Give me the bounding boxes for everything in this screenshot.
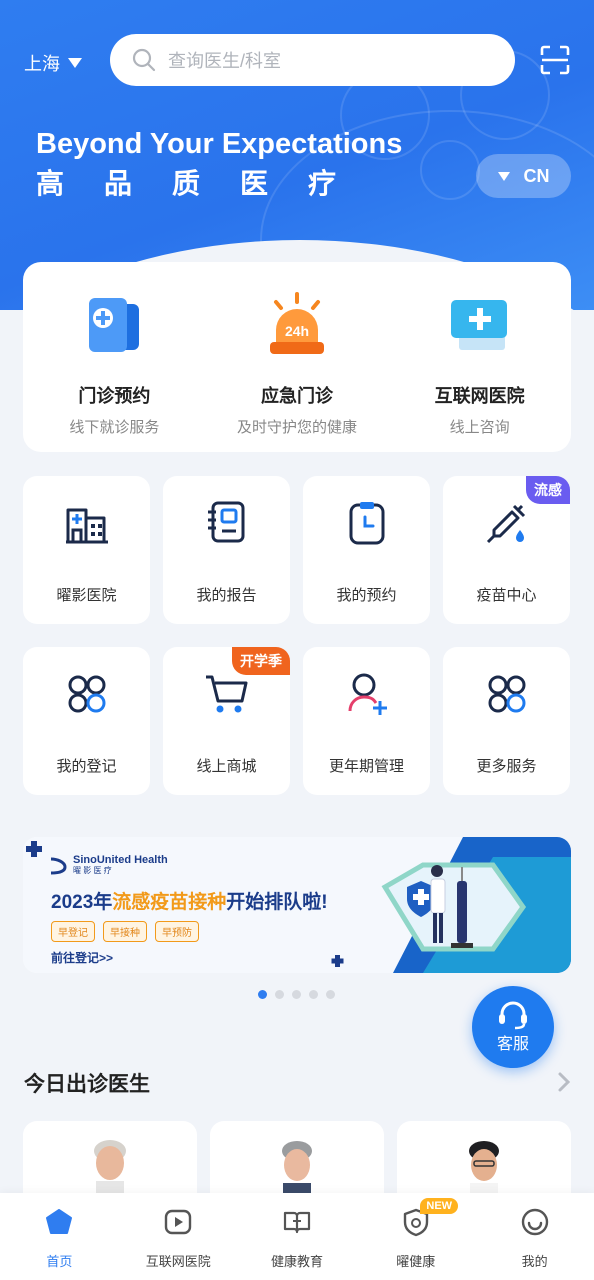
grid-label: 更多服务	[476, 758, 537, 775]
tab-label: 健康教育	[270, 1254, 323, 1269]
banner-pagination	[258, 990, 335, 999]
slogan-chinese: 高品质医疗	[36, 168, 377, 199]
doctor-avatar	[282, 1141, 312, 1195]
back-to-school-tag: 开学季	[232, 647, 290, 675]
grid-label: 我的预约	[336, 587, 397, 604]
online-hospital-button[interactable]: 互联网医院 线上咨询	[388, 262, 571, 452]
report-icon	[207, 501, 244, 543]
tab-online-hospital[interactable]: 互联网医院	[119, 1193, 238, 1280]
language-label: CN	[523, 165, 550, 186]
more-services-button[interactable]: 更多服务	[443, 647, 570, 795]
scan-icon[interactable]	[540, 45, 570, 75]
service-subtitle: 线下就诊服务	[69, 419, 160, 436]
service-title: 互联网医院	[434, 386, 525, 406]
smile-profile-icon	[521, 1208, 548, 1236]
pill-register: 早登记	[51, 921, 95, 942]
search-icon	[132, 48, 156, 72]
tab-label: 曜健康	[396, 1254, 436, 1269]
yaoying-hospital-button[interactable]: 曜影医院	[23, 476, 150, 624]
search-input[interactable]: 查询医生/科室	[110, 34, 515, 86]
online-hospital-icon	[450, 300, 507, 350]
emergency-24h-icon: 24h	[270, 292, 324, 354]
video-play-icon	[164, 1209, 192, 1235]
headset-icon	[499, 1001, 527, 1030]
home-pentagon-icon	[46, 1209, 73, 1234]
sinounited-logo-icon	[50, 857, 67, 875]
banner-pills: 早登记 早接种 早预防	[51, 921, 199, 942]
doctor-avatar	[469, 1141, 499, 1195]
flu-tag: 流感	[526, 476, 570, 504]
page-dot[interactable]	[275, 990, 284, 999]
my-report-button[interactable]: 我的报告	[163, 476, 290, 624]
clinic-appointment-icon	[89, 298, 140, 352]
page-dot[interactable]	[258, 990, 267, 999]
svg-text:24h: 24h	[285, 323, 309, 339]
slogan-english: Beyond Your Expectations	[36, 128, 403, 160]
brand-en: SinoUnited Health	[73, 854, 168, 867]
main-services-card: 门诊预约 线下就诊服务 24h 应急门诊 及时守护您的健康 互联网医院 线上咨询	[23, 262, 571, 452]
vaccine-syringe-icon	[486, 504, 525, 544]
tab-home[interactable]: 首页	[0, 1193, 119, 1280]
customer-service-button[interactable]: 客服	[472, 986, 554, 1068]
vaccine-center-button[interactable]: 疫苗中心 流感	[443, 476, 570, 624]
pill-prevent: 早预防	[155, 921, 199, 942]
grid-label: 我的报告	[196, 587, 257, 604]
headline-highlight: 流感疫苗接种	[112, 892, 227, 913]
grid-label: 线上商城	[196, 758, 257, 775]
emergency-clinic-button[interactable]: 24h 应急门诊 及时守护您的健康	[206, 262, 389, 452]
tab-yao-health[interactable]: NEW 曜健康	[356, 1193, 475, 1280]
tab-label: 互联网医院	[145, 1254, 211, 1269]
book-plus-icon	[283, 1211, 311, 1234]
doctor-avatar	[94, 1140, 126, 1195]
city-label: 上海	[24, 54, 60, 74]
page-dot[interactable]	[326, 990, 335, 999]
service-title: 应急门诊	[261, 386, 333, 406]
hospital-building-icon	[65, 508, 108, 544]
section-title: 今日出诊医生	[24, 1073, 150, 1096]
bottom-tab-bar: 首页 互联网医院 健康教育 NEW 曜健康 我的	[0, 1193, 594, 1280]
menopause-management-button[interactable]: 更年期管理	[303, 647, 430, 795]
shopping-cart-icon	[205, 675, 247, 713]
new-badge: NEW	[420, 1198, 459, 1214]
grid-label: 曜影医院	[56, 587, 117, 604]
flu-vaccine-banner[interactable]: SinoUnited Health 曜 影 医 疗 2023年流感疫苗接种开始排…	[23, 837, 571, 973]
menopause-care-icon	[348, 673, 387, 715]
banner-brand: SinoUnited Health 曜 影 医 疗	[49, 854, 168, 875]
appointment-clipboard-icon	[349, 502, 384, 545]
tab-health-education[interactable]: 健康教育	[238, 1193, 357, 1280]
service-subtitle: 及时守护您的健康	[237, 419, 358, 436]
grid-label: 我的登记	[56, 758, 117, 775]
online-mall-button[interactable]: 线上商城 开学季	[163, 647, 290, 795]
registration-grid-icon	[68, 675, 105, 713]
clinic-appointment-button[interactable]: 门诊预约 线下就诊服务	[23, 262, 206, 452]
page-dot[interactable]	[309, 990, 318, 999]
my-registration-button[interactable]: 我的登记	[23, 647, 150, 795]
page-dot[interactable]	[292, 990, 301, 999]
my-appointment-button[interactable]: 我的预约	[303, 476, 430, 624]
tab-profile[interactable]: 我的	[475, 1193, 594, 1280]
tab-label: 我的	[521, 1254, 548, 1269]
grid-label: 更年期管理	[328, 758, 404, 775]
service-subtitle: 线上咨询	[449, 419, 510, 436]
banner-link[interactable]: 前往登记>>	[51, 949, 113, 966]
search-placeholder: 查询医生/科室	[168, 51, 282, 71]
services-grid-row-2: 我的登记 线上商城 开学季 更年期管理 更多服务	[23, 647, 571, 795]
chevron-right-icon[interactable]	[556, 1070, 572, 1094]
service-title: 门诊预约	[78, 386, 151, 406]
language-toggle[interactable]: CN	[476, 154, 571, 198]
tab-label: 首页	[46, 1254, 73, 1269]
grid-label: 疫苗中心	[476, 587, 537, 604]
services-grid-row-1: 曜影医院 我的报告 我的预约 疫苗中心 流感	[23, 476, 571, 624]
caret-down-icon	[68, 58, 82, 68]
headline-rest: 开始排队啦!	[226, 892, 328, 913]
banner-headline: 2023年流感疫苗接种开始排队啦!	[51, 887, 328, 914]
brand-cn: 曜 影 医 疗	[73, 865, 112, 875]
caret-down-icon	[497, 171, 510, 181]
customer-service-label: 客服	[496, 1036, 529, 1053]
more-services-icon	[488, 675, 525, 713]
pill-vaccinate: 早接种	[103, 921, 147, 942]
city-selector[interactable]: 上海	[24, 50, 82, 76]
headline-year: 2023年	[51, 892, 113, 913]
